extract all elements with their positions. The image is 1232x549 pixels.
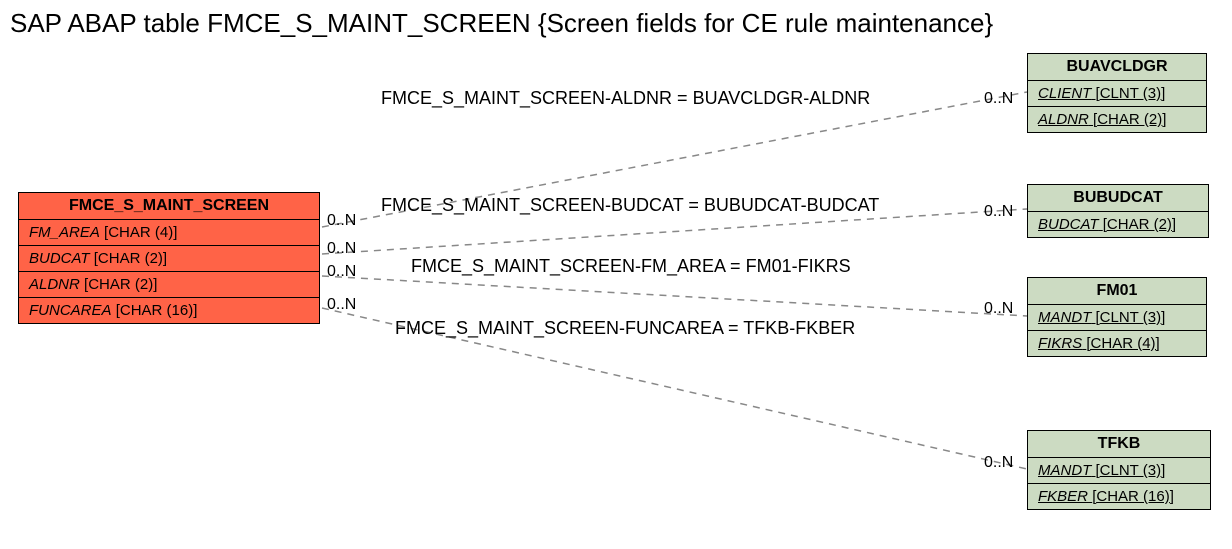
field-row: FUNCAREA [CHAR (16)] xyxy=(19,298,319,323)
entity-header: BUAVCLDGR xyxy=(1028,54,1206,81)
field-row: FIKRS [CHAR (4)] xyxy=(1028,331,1206,356)
field-row: MANDT [CLNT (3)] xyxy=(1028,305,1206,331)
entity-bubudcat: BUBUDCAT BUDCAT [CHAR (2)] xyxy=(1027,184,1209,238)
cardinality: 0..N xyxy=(327,212,356,230)
field-row: MANDT [CLNT (3)] xyxy=(1028,458,1210,484)
cardinality: 0..N xyxy=(327,296,356,314)
cardinality: 0..N xyxy=(327,263,356,281)
entity-header: BUBUDCAT xyxy=(1028,185,1208,212)
relation-label: FMCE_S_MAINT_SCREEN-FM_AREA = FM01-FIKRS xyxy=(411,256,851,277)
cardinality: 0..N xyxy=(984,203,1013,221)
cardinality: 0..N xyxy=(327,240,356,258)
field-row: FM_AREA [CHAR (4)] xyxy=(19,220,319,246)
relation-label: FMCE_S_MAINT_SCREEN-ALDNR = BUAVCLDGR-AL… xyxy=(381,88,870,109)
entity-header: FMCE_S_MAINT_SCREEN xyxy=(19,193,319,220)
field-row: BUDCAT [CHAR (2)] xyxy=(19,246,319,272)
entity-header: TFKB xyxy=(1028,431,1210,458)
diagram-canvas: SAP ABAP table FMCE_S_MAINT_SCREEN {Scre… xyxy=(0,0,1232,549)
field-row: CLIENT [CLNT (3)] xyxy=(1028,81,1206,107)
field-row: BUDCAT [CHAR (2)] xyxy=(1028,212,1208,237)
entity-buavcldgr: BUAVCLDGR CLIENT [CLNT (3)] ALDNR [CHAR … xyxy=(1027,53,1207,133)
field-row: ALDNR [CHAR (2)] xyxy=(19,272,319,298)
entity-tfkb: TFKB MANDT [CLNT (3)] FKBER [CHAR (16)] xyxy=(1027,430,1211,510)
cardinality: 0..N xyxy=(984,454,1013,472)
entity-header: FM01 xyxy=(1028,278,1206,305)
relation-label: FMCE_S_MAINT_SCREEN-FUNCAREA = TFKB-FKBE… xyxy=(395,318,855,339)
field-row: ALDNR [CHAR (2)] xyxy=(1028,107,1206,132)
entity-fmce-s-maint-screen: FMCE_S_MAINT_SCREEN FM_AREA [CHAR (4)] B… xyxy=(18,192,320,324)
field-row: FKBER [CHAR (16)] xyxy=(1028,484,1210,509)
page-title: SAP ABAP table FMCE_S_MAINT_SCREEN {Scre… xyxy=(10,8,993,39)
cardinality: 0..N xyxy=(984,300,1013,318)
cardinality: 0..N xyxy=(984,90,1013,108)
relation-label: FMCE_S_MAINT_SCREEN-BUDCAT = BUBUDCAT-BU… xyxy=(381,195,879,216)
entity-fm01: FM01 MANDT [CLNT (3)] FIKRS [CHAR (4)] xyxy=(1027,277,1207,357)
